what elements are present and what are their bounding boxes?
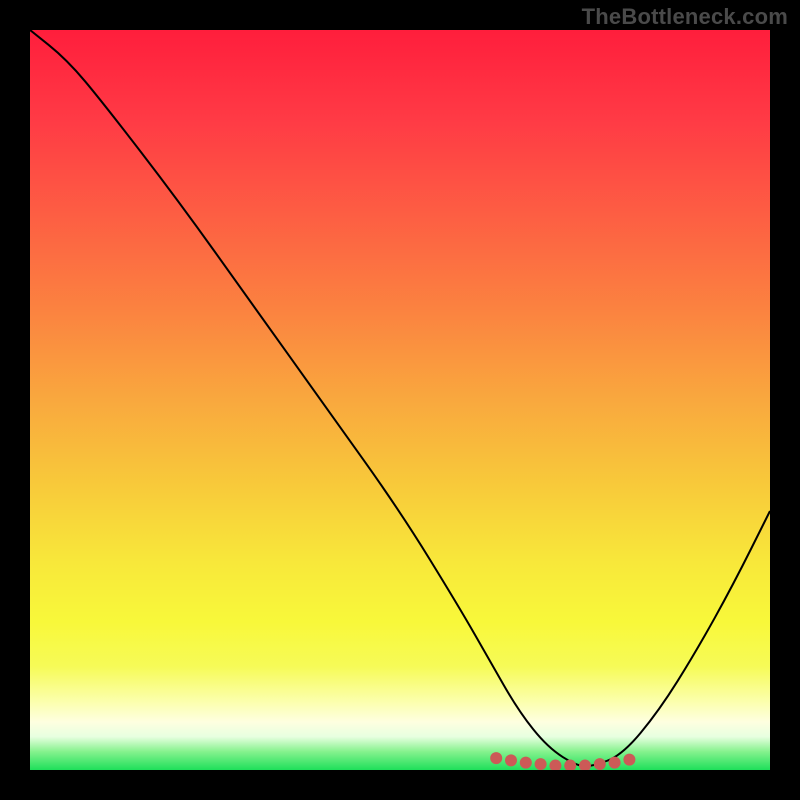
sweet-spot-dot: [520, 757, 532, 769]
sweet-spot-dot: [490, 752, 502, 764]
plot-area: [30, 30, 770, 770]
sweet-spot-dot: [535, 758, 547, 770]
sweet-spot-dot: [594, 758, 606, 770]
gradient-background: [30, 30, 770, 770]
watermark-text: TheBottleneck.com: [582, 4, 788, 30]
sweet-spot-dot: [609, 757, 621, 769]
chart-frame: TheBottleneck.com: [0, 0, 800, 800]
sweet-spot-dot: [505, 754, 517, 766]
sweet-spot-dot: [623, 754, 635, 766]
chart-svg: [30, 30, 770, 770]
